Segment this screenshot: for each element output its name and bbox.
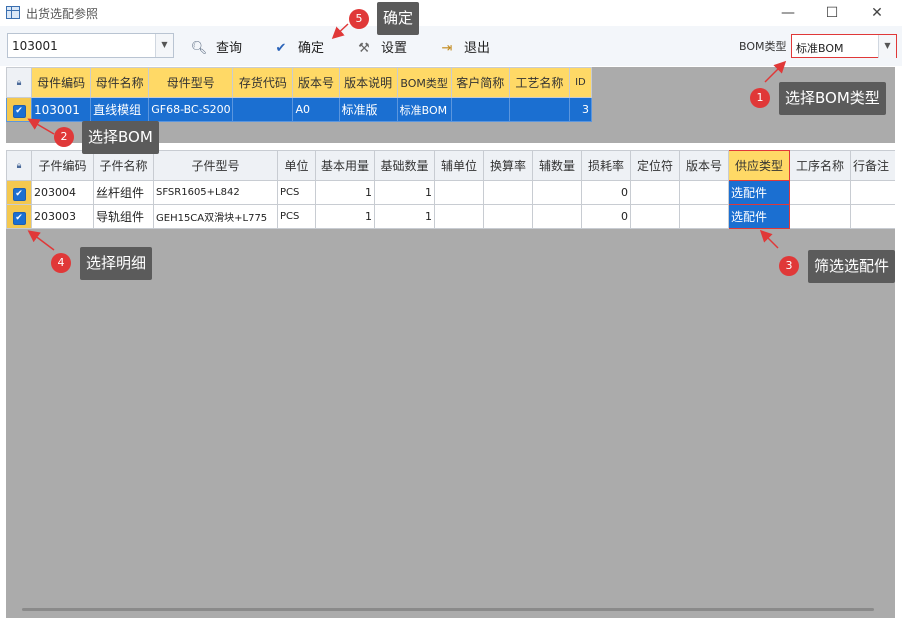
arrow-3 (759, 229, 779, 249)
callout-confirm: 确定 (377, 2, 420, 35)
step-badge-2: 2 (54, 127, 74, 147)
step-badge-3: 3 (779, 256, 799, 276)
step-badge-1: 1 (750, 88, 770, 108)
arrow-2 (27, 118, 55, 135)
arrow-5 (331, 23, 349, 40)
step-badge-4: 4 (51, 253, 71, 273)
arrow-4 (27, 230, 55, 251)
arrow-1 (764, 60, 787, 83)
callout-select-bom: 选择BOM (82, 121, 159, 154)
step-badge-5: 5 (349, 9, 369, 29)
callout-select-detail: 选择明细 (80, 247, 153, 280)
callout-filter-options: 筛选选配件 (808, 250, 896, 283)
callout-select-bom-type: 选择BOM类型 (779, 82, 886, 115)
